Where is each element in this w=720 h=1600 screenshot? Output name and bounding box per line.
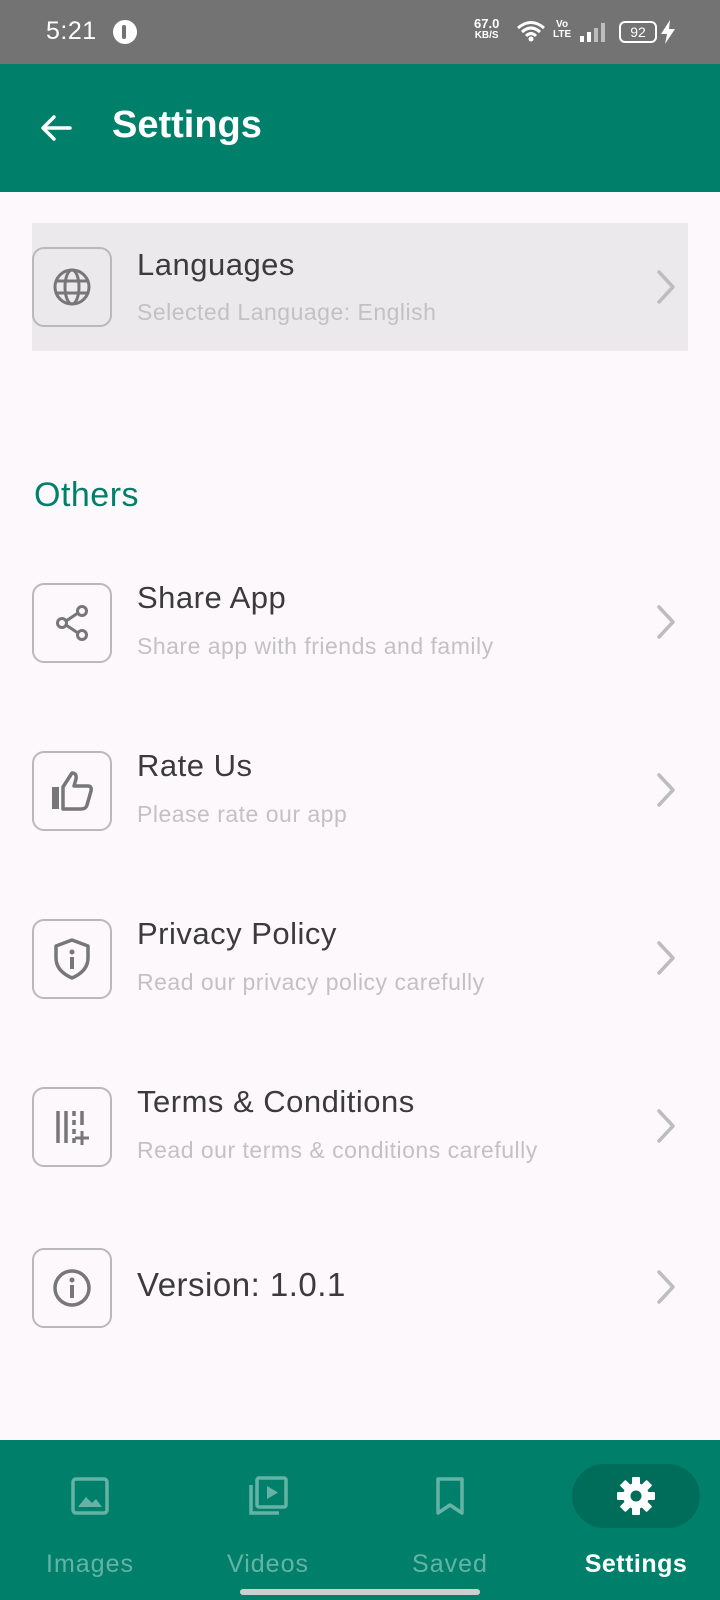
languages-icon-box	[32, 247, 112, 327]
chevron-right-icon	[657, 270, 675, 304]
nav-label-videos: Videos	[227, 1550, 309, 1578]
battery-indicator: 92	[619, 21, 657, 43]
chevron-right-icon	[657, 941, 675, 975]
version-row[interactable]: Version: 1.0.1	[32, 1223, 688, 1351]
image-icon	[71, 1477, 109, 1515]
version-icon-box	[32, 1248, 112, 1328]
terms-conditions-subtitle: Read our terms & conditions carefully	[137, 1137, 538, 1163]
gear-icon	[617, 1477, 655, 1515]
back-button[interactable]	[30, 102, 82, 154]
network-speed-value: 67.0	[474, 16, 500, 31]
rate-us-subtitle: Please rate our app	[137, 801, 348, 827]
network-speed: 67.0 KB/S	[474, 16, 500, 42]
terms-conditions-icon-box	[32, 1087, 112, 1167]
network-speed-unit: KB/S	[474, 30, 499, 41]
thumbs-up-icon	[52, 771, 93, 811]
signal-icon	[580, 23, 605, 42]
share-app-icon-box	[32, 583, 112, 663]
privacy-policy-icon-box	[32, 919, 112, 999]
share-app-subtitle: Share app with friends and family	[137, 633, 494, 659]
languages-title: Languages	[137, 247, 295, 282]
app-bar: Settings	[0, 64, 720, 192]
languages-row[interactable]: Languages Selected Language: English	[32, 223, 688, 351]
chevron-right-icon	[657, 1270, 675, 1304]
privacy-policy-title: Privacy Policy	[137, 916, 337, 951]
terms-icon	[56, 1111, 89, 1145]
share-icon	[56, 605, 88, 641]
terms-conditions-row[interactable]: Terms & Conditions Read our terms & cond…	[32, 1062, 688, 1190]
rate-us-title: Rate Us	[137, 748, 253, 783]
nav-label-saved: Saved	[412, 1550, 488, 1578]
page-title: Settings	[112, 104, 262, 146]
nav-icon-images	[26, 1464, 154, 1528]
status-time: 5:21	[46, 17, 97, 45]
volte-bottom: LTE	[553, 29, 572, 40]
charging-icon	[661, 20, 675, 44]
nav-item-saved[interactable]: Saved	[360, 1440, 540, 1600]
notification-app-icon	[113, 20, 137, 44]
nav-label-images: Images	[46, 1550, 134, 1578]
bottom-navigation: Images Videos Saved Settings	[0, 1440, 720, 1600]
volte-indicator: Vo LTE	[553, 20, 571, 40]
nav-icon-videos	[204, 1464, 332, 1528]
shield-icon	[54, 938, 90, 980]
rate-us-icon-box	[32, 751, 112, 831]
bookmark-icon	[436, 1477, 464, 1515]
nav-item-settings[interactable]: Settings	[546, 1440, 720, 1600]
nav-icon-saved	[386, 1464, 514, 1528]
privacy-policy-row[interactable]: Privacy Policy Read our privacy policy c…	[32, 894, 688, 1022]
chevron-right-icon	[657, 1109, 675, 1143]
nav-item-images[interactable]: Images	[0, 1440, 180, 1600]
status-bar: 5:21 67.0 KB/S Vo LTE 92	[0, 0, 720, 64]
nav-icon-settings	[572, 1464, 700, 1528]
video-library-icon	[249, 1476, 288, 1515]
nav-label-settings: Settings	[584, 1550, 688, 1578]
info-icon	[53, 1269, 91, 1307]
chevron-right-icon	[657, 605, 675, 639]
globe-icon	[53, 268, 91, 306]
chevron-right-icon	[657, 773, 675, 807]
home-indicator[interactable]	[240, 1589, 480, 1595]
version-title: Version: 1.0.1	[137, 1266, 346, 1303]
share-app-title: Share App	[137, 580, 287, 615]
terms-conditions-title: Terms & Conditions	[137, 1084, 415, 1119]
share-app-row[interactable]: Share App Share app with friends and fam…	[32, 558, 688, 686]
nav-item-videos[interactable]: Videos	[178, 1440, 358, 1600]
section-header-others: Others	[34, 476, 140, 514]
wifi-icon	[517, 21, 545, 42]
privacy-policy-subtitle: Read our privacy policy carefully	[137, 969, 485, 995]
languages-subtitle: Selected Language: English	[137, 299, 437, 325]
rate-us-row[interactable]: Rate Us Please rate our app	[32, 726, 688, 854]
arrow-back-icon	[41, 115, 72, 141]
